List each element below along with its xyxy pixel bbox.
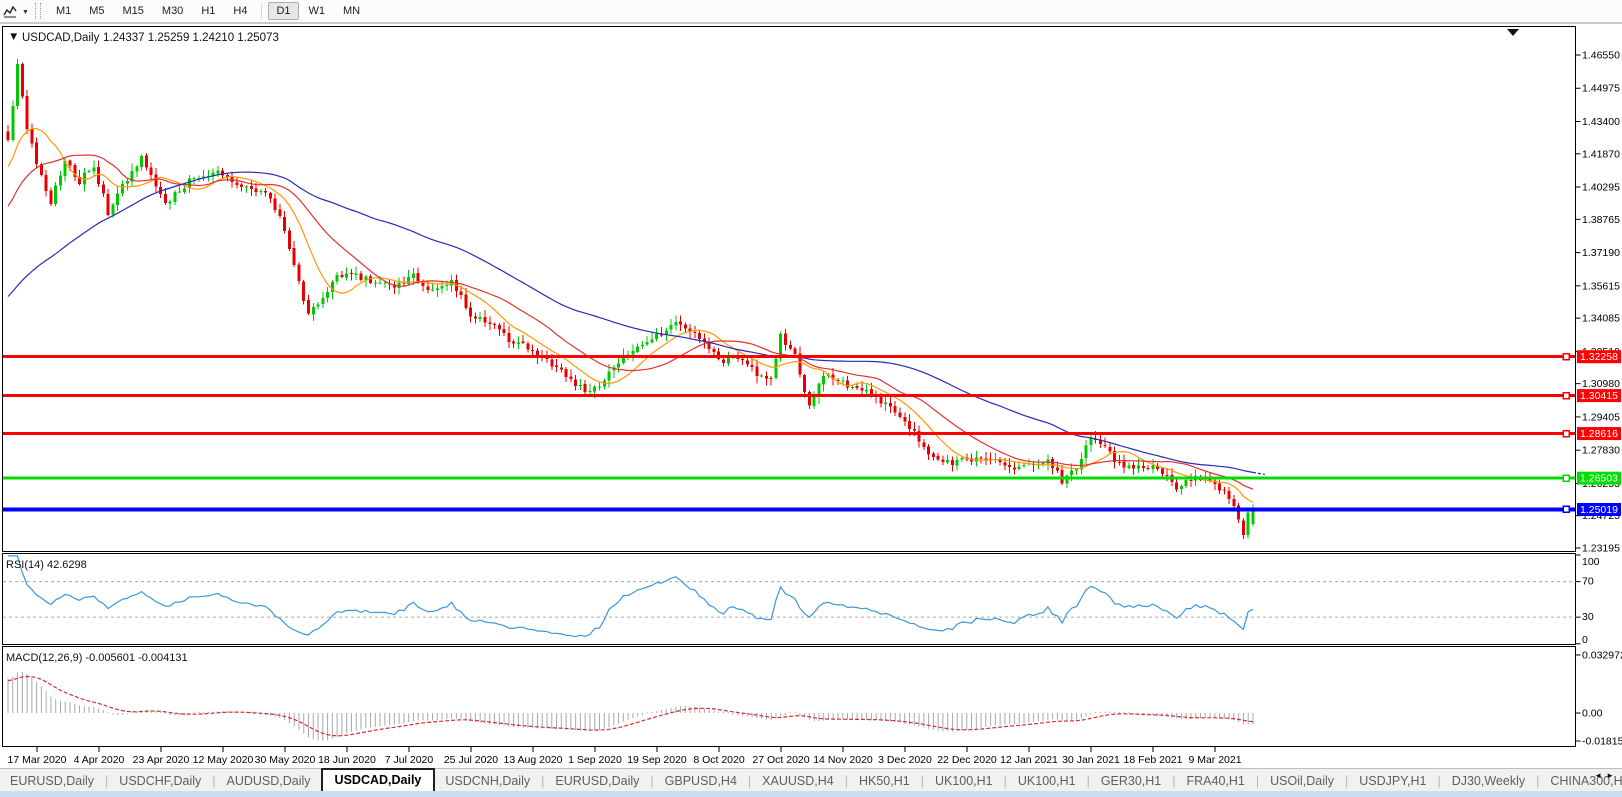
- toolbar-grip: [35, 3, 41, 19]
- svg-text:13 Aug 2020: 13 Aug 2020: [504, 754, 563, 766]
- tab-eurusd-daily[interactable]: EURUSD,Daily: [545, 771, 649, 791]
- svg-text:14 Nov 2020: 14 Nov 2020: [813, 754, 873, 766]
- svg-text:100: 100: [1582, 556, 1600, 568]
- svg-text:0.032972: 0.032972: [1582, 650, 1622, 662]
- price-line-label: 1.30415: [1580, 390, 1618, 402]
- timeframe-button-h1[interactable]: H1: [193, 2, 223, 20]
- svg-text:18 Jun 2020: 18 Jun 2020: [318, 754, 376, 766]
- tab-uk100-h1[interactable]: UK100,H1: [925, 771, 1003, 791]
- tab-usoil-daily[interactable]: USOil,Daily: [1260, 771, 1344, 791]
- svg-text:1.38765: 1.38765: [1582, 214, 1620, 226]
- price-line-label: 1.32258: [1580, 351, 1618, 363]
- ohlc-readout: 1.24337 1.25259 1.24210 1.25073: [103, 32, 279, 44]
- tab-scroll-right-icon[interactable]: ►: [1606, 771, 1618, 780]
- svg-text:12 May 2020: 12 May 2020: [193, 754, 254, 766]
- chart-canvas[interactable]: 1.46550 1.44975 1.43400 1.41870 1.40295 1.387…: [0, 24, 1622, 768]
- price-line-label: 1.28616: [1580, 428, 1618, 440]
- svg-text:1.41870: 1.41870: [1582, 148, 1620, 160]
- svg-text:30 Jan 2021: 30 Jan 2021: [1062, 754, 1120, 766]
- svg-text:8 Oct 2020: 8 Oct 2020: [693, 754, 745, 766]
- svg-text:1.34085: 1.34085: [1582, 313, 1620, 325]
- timeframe-button-h4[interactable]: H4: [225, 2, 255, 20]
- svg-text:27 Oct 2020: 27 Oct 2020: [752, 754, 809, 766]
- svg-text:18 Feb 2021: 18 Feb 2021: [1124, 754, 1183, 766]
- timeframe-button-m5[interactable]: M5: [81, 2, 112, 20]
- svg-text:1.29405: 1.29405: [1582, 411, 1620, 423]
- rsi-panel: [3, 554, 1576, 645]
- svg-text:9 Mar 2021: 9 Mar 2021: [1188, 754, 1241, 766]
- tab-scroll-left-icon[interactable]: ◄: [1594, 771, 1606, 780]
- timeframe-button-w1[interactable]: W1: [301, 2, 334, 20]
- tab-xauusd-h4[interactable]: XAUUSD,H4: [752, 771, 844, 791]
- svg-text:1.23195: 1.23195: [1582, 543, 1620, 555]
- date-axis: 17 Mar 2020 4 Apr 2020 23 Apr 202012 May 2…: [8, 747, 1242, 766]
- chart-collapse-marker[interactable]: ▼: [8, 31, 19, 43]
- svg-text:1.35615: 1.35615: [1582, 280, 1620, 292]
- tab-usdchf-daily[interactable]: USDCHF,Daily: [109, 771, 211, 791]
- timeframe-button-m30[interactable]: M30: [154, 2, 191, 20]
- macd-label: MACD(12,26,9) -0.005601 -0.004131: [6, 652, 188, 664]
- svg-text:1.27830: 1.27830: [1582, 445, 1620, 457]
- timeframe-buttons: M1M5M15M30H1H4 D1W1MN: [47, 2, 369, 20]
- svg-text:0.00: 0.00: [1582, 708, 1603, 720]
- tab-audusd-daily[interactable]: AUDUSD,Daily: [217, 771, 321, 791]
- chart-title: USDCAD,Daily: [22, 32, 100, 44]
- tab-scroll-arrows[interactable]: ◄►: [1594, 771, 1618, 780]
- status-strip: [0, 791, 1622, 797]
- svg-text:-0.018154: -0.018154: [1582, 736, 1622, 748]
- mt4-window: { "toolbar": { "caret": "▼", "timeframes…: [0, 0, 1622, 797]
- tab-eurusd-daily[interactable]: EURUSD,Daily: [0, 771, 104, 791]
- rsi-label: RSI(14) 42.6298: [6, 559, 87, 571]
- tab-gbpusd-h4[interactable]: GBPUSD,H4: [655, 771, 747, 791]
- tab-usdcnh-daily[interactable]: USDCNH,Daily: [435, 771, 540, 791]
- timeframe-button-m15[interactable]: M15: [115, 2, 152, 20]
- svg-text:7 Jul 2020: 7 Jul 2020: [385, 754, 434, 766]
- tab-hk50-h1[interactable]: HK50,H1: [849, 771, 920, 791]
- svg-text:1.30980: 1.30980: [1582, 378, 1620, 390]
- svg-text:1.40295: 1.40295: [1582, 182, 1620, 194]
- tab-ger30-h1[interactable]: GER30,H1: [1091, 771, 1171, 791]
- timeframe-button-m1[interactable]: M1: [48, 2, 79, 20]
- svg-text:4 Apr 2020: 4 Apr 2020: [74, 754, 125, 766]
- svg-text:1.37190: 1.37190: [1582, 247, 1620, 259]
- svg-text:1.46550: 1.46550: [1582, 50, 1620, 62]
- tab-fra40-h1[interactable]: FRA40,H1: [1177, 771, 1255, 791]
- price-line-labels: 1.32258 1.30415 1.28616 1.26503 1.25019: [1577, 350, 1621, 516]
- timeframe-toolbar: ▼ M1M5M15M30H1H4 D1W1MN: [0, 0, 1622, 24]
- main-chart-panel: [3, 27, 1576, 552]
- timeframe-button-mn[interactable]: MN: [335, 2, 368, 20]
- chart-tab-bar: EURUSD,Daily|USDCHF,Daily|AUDUSD,DailyUS…: [0, 768, 1622, 792]
- svg-text:17 Mar 2020: 17 Mar 2020: [8, 754, 67, 766]
- svg-text:1.43400: 1.43400: [1582, 116, 1620, 128]
- price-line-label: 1.25019: [1580, 504, 1618, 516]
- svg-text:1 Sep 2020: 1 Sep 2020: [568, 754, 622, 766]
- svg-text:12 Jan 2021: 12 Jan 2021: [1000, 754, 1058, 766]
- tab-dj30-weekly[interactable]: DJ30,Weekly: [1442, 771, 1535, 791]
- price-line-label: 1.26503: [1580, 473, 1618, 485]
- svg-text:25 Jul 2020: 25 Jul 2020: [444, 754, 498, 766]
- chart-cursor-icon[interactable]: [0, 4, 20, 18]
- svg-text:23 Apr 2020: 23 Apr 2020: [133, 754, 190, 766]
- svg-text:3 Dec 2020: 3 Dec 2020: [878, 754, 932, 766]
- macd-panel: [3, 647, 1576, 747]
- svg-text:30 May 2020: 30 May 2020: [255, 754, 316, 766]
- tab-usdcad-daily[interactable]: USDCAD,Daily: [321, 768, 436, 791]
- svg-text:1.44975: 1.44975: [1582, 83, 1620, 95]
- svg-text:30: 30: [1582, 611, 1594, 623]
- chevron-down-icon[interactable]: ▼: [22, 9, 29, 16]
- svg-text:22 Dec 2020: 22 Dec 2020: [937, 754, 997, 766]
- toolbar-separator: [261, 3, 262, 19]
- svg-text:0: 0: [1582, 634, 1588, 646]
- svg-text:70: 70: [1582, 576, 1594, 588]
- svg-text:19 Sep 2020: 19 Sep 2020: [627, 754, 687, 766]
- tab-usdjpy-h1[interactable]: USDJPY,H1: [1349, 771, 1436, 791]
- tab-uk100-h1[interactable]: UK100,H1: [1008, 771, 1086, 791]
- timeframe-button-d1[interactable]: D1: [268, 2, 298, 20]
